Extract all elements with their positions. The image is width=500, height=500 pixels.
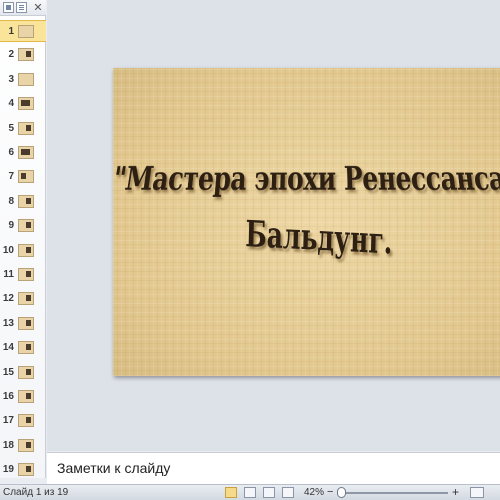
slide-thumbnail[interactable]: 9 <box>0 215 46 237</box>
zoom-in-button[interactable]: + <box>452 485 459 499</box>
slide-number: 2 <box>8 49 14 61</box>
slide-thumbnail[interactable]: 18 <box>0 435 46 457</box>
slide-thumbnail-image[interactable] <box>18 194 34 208</box>
slide-thumbnail[interactable]: 17 <box>0 410 46 432</box>
slide-thumbnail-image[interactable] <box>18 121 34 135</box>
close-icon[interactable]: ✕ <box>32 0 44 16</box>
slide-thumbnail[interactable]: 10 <box>0 240 46 262</box>
slide-number: 6 <box>8 147 14 158</box>
zoom-slider-thumb[interactable] <box>337 487 346 498</box>
slide-thumbnail-image[interactable] <box>18 48 34 62</box>
slide-thumbnails-pane: ✕ 1 2 3 4 5 6 7 8 9 10 11 12 13 14 15 16 17 18 19 <box>0 0 46 478</box>
slide-number: 14 <box>2 342 14 354</box>
slide-thumbnail[interactable]: 4 <box>0 93 46 115</box>
slide-number: 16 <box>2 391 14 402</box>
slide-title-line-2[interactable]: Бальдунг. <box>113 206 500 269</box>
zoom-out-button[interactable]: − <box>327 486 333 498</box>
reading-view-icon[interactable] <box>263 487 275 498</box>
slide-number: 18 <box>2 439 14 451</box>
slide-sorter-icon[interactable] <box>244 487 256 498</box>
slide-thumbnail-image[interactable] <box>18 292 34 306</box>
slide-thumbnail-image[interactable] <box>18 463 34 477</box>
slide-thumbnail-image[interactable] <box>18 25 34 38</box>
slide-number: 10 <box>2 244 14 256</box>
slide-number: 17 <box>2 415 14 427</box>
current-slide[interactable]: "Мастера эпохи Ренессанса". Бальдунг. <box>110 68 500 376</box>
slide-thumbnail[interactable]: 7 <box>0 166 46 188</box>
zoom-level[interactable]: 42% <box>304 487 324 498</box>
slide-thumbnail-image[interactable] <box>18 219 34 233</box>
slide-thumbnail-image[interactable] <box>18 390 34 403</box>
slide-number: 8 <box>8 195 14 207</box>
slide-thumbnail[interactable]: 14 <box>0 337 46 359</box>
slide-thumbnail[interactable]: 19 <box>0 459 46 481</box>
slide-counter: Слайд 1 из 19 <box>3 487 69 498</box>
slide-number: 1 <box>8 26 14 37</box>
zoom-slider-track[interactable] <box>338 492 448 494</box>
slide-number: 5 <box>8 122 14 134</box>
slide-number: 11 <box>3 269 14 280</box>
notes-placeholder: Заметки к слайду <box>57 460 171 476</box>
slide-number: 4 <box>8 98 14 110</box>
slide-thumbnail[interactable]: 12 <box>0 288 46 310</box>
slide-thumbnail-image[interactable] <box>18 414 34 428</box>
slide-thumbnail-image[interactable] <box>18 316 34 330</box>
slide-thumbnail-image[interactable] <box>18 170 34 184</box>
slide-thumbnail-image[interactable] <box>18 97 34 111</box>
slide-thumbnail[interactable]: 8 <box>0 191 46 213</box>
slide-thumbnail-image[interactable] <box>18 243 34 257</box>
slides-tab-icon[interactable] <box>3 2 14 13</box>
fit-to-window-icon[interactable] <box>470 487 484 498</box>
normal-view-icon[interactable] <box>225 487 237 498</box>
slide-number: 7 <box>8 171 14 183</box>
slide-thumbnail[interactable]: 1 <box>0 20 46 42</box>
outline-tab-icon[interactable] <box>16 2 27 13</box>
slide-editing-area: "Мастера эпохи Ренессанса". Бальдунг. <box>47 0 500 451</box>
slide-thumbnail[interactable]: 11 <box>0 264 46 286</box>
slide-number: 19 <box>2 464 14 476</box>
slide-number: 13 <box>2 317 14 329</box>
slide-thumbnail-image[interactable] <box>18 72 34 86</box>
slide-number: 3 <box>8 73 14 85</box>
slide-thumbnail[interactable]: 15 <box>0 362 46 384</box>
slide-thumbnail-image[interactable] <box>18 365 34 379</box>
slide-number: 15 <box>2 366 14 378</box>
slide-thumbnail[interactable]: 13 <box>0 313 46 335</box>
slide-number: 12 <box>2 293 14 305</box>
slide-thumbnail-image[interactable] <box>18 438 34 452</box>
notes-pane[interactable]: Заметки к слайду <box>47 452 500 484</box>
slide-thumbnail[interactable]: 16 <box>0 386 46 408</box>
slide-thumbnail[interactable]: 3 <box>0 69 46 91</box>
pane-tabs: ✕ <box>0 0 46 16</box>
slide-title-line-1[interactable]: "Мастера эпохи Ренессанса". <box>110 160 500 198</box>
slide-number: 9 <box>8 220 14 232</box>
slide-thumbnail-image[interactable] <box>18 268 34 281</box>
slide-thumbnail-image[interactable] <box>18 146 34 159</box>
status-bar: Слайд 1 из 19 42% − + <box>0 484 500 500</box>
slide-thumbnail[interactable]: 5 <box>0 118 46 140</box>
slide-thumbnail[interactable]: 6 <box>0 142 46 164</box>
slide-thumbnail-image[interactable] <box>18 341 34 355</box>
slide-thumbnail[interactable]: 2 <box>0 44 46 66</box>
slideshow-icon[interactable] <box>282 487 294 498</box>
